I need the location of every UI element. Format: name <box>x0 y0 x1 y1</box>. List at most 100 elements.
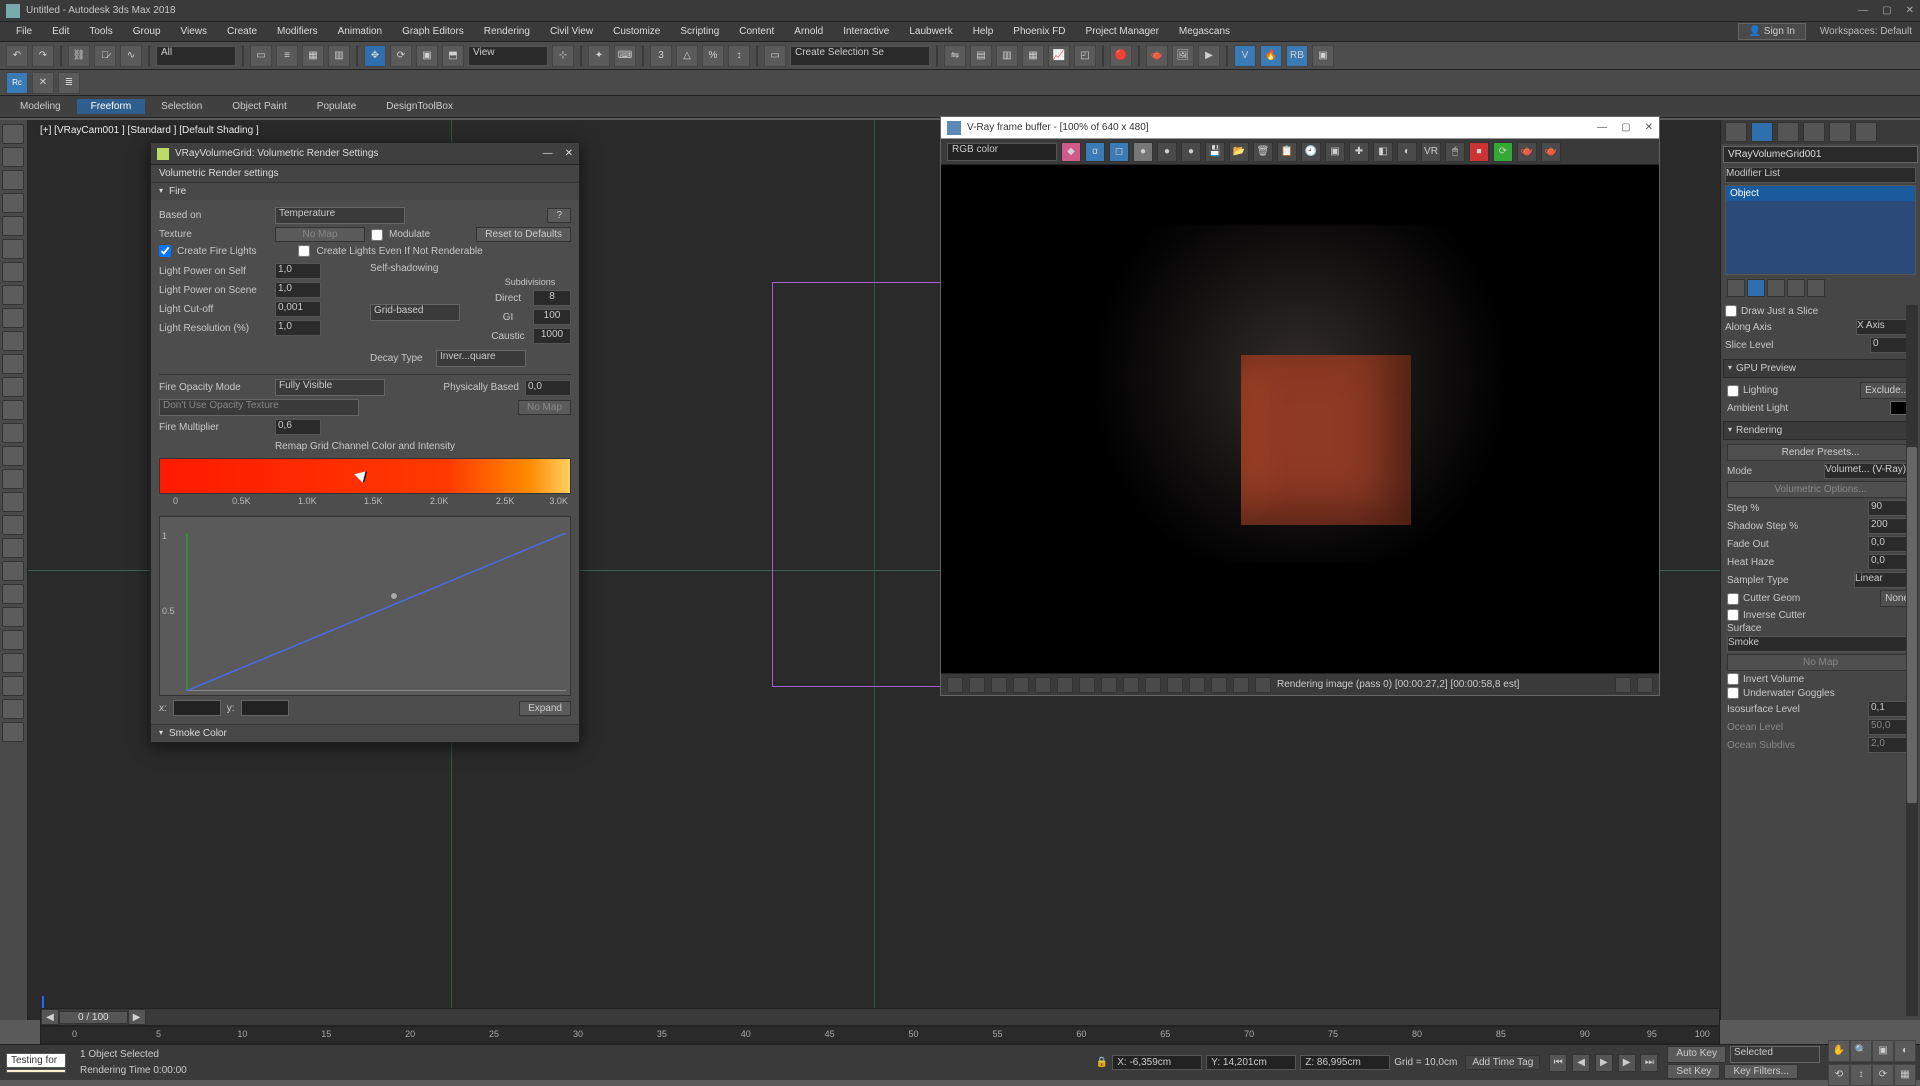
tab-create-icon[interactable] <box>1725 122 1747 142</box>
vfb-render-view[interactable] <box>941 165 1659 673</box>
direct-spinner[interactable]: 8 <box>533 290 571 306</box>
modulate-checkbox[interactable] <box>371 229 383 241</box>
vfb-sb-3[interactable] <box>991 677 1007 693</box>
vfb-sb-end1[interactable] <box>1615 677 1631 693</box>
volumetric-options-button[interactable]: Volumetric Options... <box>1727 481 1914 498</box>
lb-icon-25[interactable] <box>2 676 24 696</box>
setkey-button[interactable]: Set Key <box>1667 1064 1720 1079</box>
tab-motion-icon[interactable] <box>1803 122 1825 142</box>
config-mod-icon[interactable] <box>1807 279 1825 297</box>
roll-icon[interactable]: ⟳ <box>1872 1064 1894 1086</box>
vfb-sb-9[interactable] <box>1123 677 1139 693</box>
select-and-place-button[interactable]: ⬒ <box>442 45 464 67</box>
lb-icon-18[interactable] <box>2 515 24 535</box>
keyboard-shortcut-button[interactable]: ⌨ <box>614 45 636 67</box>
maximize-icon[interactable]: ▢ <box>1882 5 1891 16</box>
select-by-name-button[interactable]: ≡ <box>276 45 298 67</box>
frame-indicator[interactable]: 0 / 100 <box>59 1011 128 1024</box>
lb-icon-11[interactable] <box>2 354 24 374</box>
vfb-vr-icon[interactable]: VR <box>1421 142 1441 162</box>
show-end-result-icon[interactable] <box>1747 279 1765 297</box>
minimize-icon[interactable]: — <box>1858 5 1868 16</box>
lb-icon-2[interactable] <box>2 147 24 167</box>
draw-slice-checkbox[interactable] <box>1725 305 1737 317</box>
light-power-scene-spinner[interactable]: 1,0 <box>275 282 321 298</box>
surface-nomap-button[interactable]: No Map <box>1727 654 1914 671</box>
vfb-render2-icon[interactable]: 🫖 <box>1541 142 1561 162</box>
vfb-stop-icon[interactable]: ⏹ <box>1469 142 1489 162</box>
tab-modify-icon[interactable] <box>1751 122 1773 142</box>
vfb-cc-icon[interactable]: ◧ <box>1373 142 1393 162</box>
vfb-sb-7[interactable] <box>1079 677 1095 693</box>
ribbon-tab-freeform[interactable]: Freeform <box>77 99 146 114</box>
vfb-sb-6[interactable] <box>1057 677 1073 693</box>
mode-dropdown[interactable]: Volumet... (V-Ray) <box>1824 463 1914 479</box>
fire-multiplier-spinner[interactable]: 0,6 <box>275 419 321 435</box>
coord-z[interactable]: Z: 86,995cm <box>1300 1055 1390 1070</box>
select-and-scale-button[interactable]: ▣ <box>416 45 438 67</box>
menu-projectmanager[interactable]: Project Manager <box>1078 24 1167 39</box>
maxscript-listener[interactable]: Testing for <box>6 1053 66 1068</box>
prev-frame-icon[interactable]: ◀ <box>1572 1054 1590 1072</box>
rc-button[interactable]: Rc <box>6 72 28 94</box>
caustic-spinner[interactable]: 1000 <box>533 328 571 344</box>
key-mode-dropdown[interactable]: Selected <box>1730 1046 1820 1063</box>
goto-end-icon[interactable]: ⏭ <box>1640 1054 1658 1072</box>
menu-customize[interactable]: Customize <box>605 24 668 39</box>
vfb-save-icon[interactable]: 💾 <box>1205 142 1225 162</box>
lighting-checkbox[interactable] <box>1727 385 1739 397</box>
max-toggle-icon[interactable]: ▦ <box>1894 1064 1916 1086</box>
workspaces-label[interactable]: Workspaces: Default <box>1820 26 1912 37</box>
undo-button[interactable]: ↶ <box>6 45 28 67</box>
cutter-geom-checkbox[interactable] <box>1727 593 1739 605</box>
gi-spinner[interactable]: 100 <box>533 309 571 325</box>
vfb-maximize-icon[interactable]: ▢ <box>1621 122 1630 133</box>
menu-content[interactable]: Content <box>731 24 782 39</box>
key-filters-button[interactable]: Key Filters... <box>1724 1064 1798 1079</box>
vfb-minimize-icon[interactable]: — <box>1597 122 1607 133</box>
render-setup-button[interactable]: 🫖 <box>1146 45 1168 67</box>
vfb-sb-14[interactable] <box>1233 677 1249 693</box>
tool-x-button[interactable]: ✕ <box>32 72 54 94</box>
sampler-type-dropdown[interactable]: Linear <box>1854 572 1914 588</box>
menu-megascans[interactable]: Megascans <box>1171 24 1238 39</box>
reference-coord-dropdown[interactable]: View <box>468 46 548 66</box>
menu-create[interactable]: Create <box>219 24 265 39</box>
fire-section-header[interactable]: Fire <box>151 183 579 200</box>
vfb-region-icon[interactable]: ▣ <box>1325 142 1345 162</box>
dolly-icon[interactable]: ↕ <box>1850 1064 1872 1086</box>
lb-icon-24[interactable] <box>2 653 24 673</box>
underwater-goggles-checkbox[interactable] <box>1727 687 1739 699</box>
vfb-rgb-icon[interactable]: ◆ <box>1061 142 1081 162</box>
menu-scripting[interactable]: Scripting <box>672 24 727 39</box>
ribbon-tab-populate[interactable]: Populate <box>303 99 370 114</box>
make-unique-icon[interactable] <box>1767 279 1785 297</box>
menu-help[interactable]: Help <box>965 24 1002 39</box>
schematic-view-button[interactable]: ◰ <box>1074 45 1096 67</box>
reset-to-defaults-button[interactable]: Reset to Defaults <box>476 227 571 242</box>
unlink-button[interactable]: ⛓̷ <box>94 45 116 67</box>
color-gradient-bar[interactable] <box>159 458 571 494</box>
tool-list-button[interactable]: ≣ <box>58 72 80 94</box>
vfb-sb-2[interactable] <box>969 677 985 693</box>
close-icon[interactable]: ✕ <box>1906 5 1914 16</box>
edit-named-sel-button[interactable]: ▭ <box>764 45 786 67</box>
x-field[interactable] <box>173 700 221 716</box>
vfb-sb-8[interactable] <box>1101 677 1117 693</box>
menu-animation[interactable]: Animation <box>330 24 390 39</box>
vfb-mono-icon[interactable]: ◻ <box>1109 142 1129 162</box>
vfb-sb-13[interactable] <box>1211 677 1227 693</box>
vfb-copy-icon[interactable]: 📋 <box>1277 142 1297 162</box>
vfb-sb-12[interactable] <box>1189 677 1205 693</box>
decay-type-dropdown[interactable]: Inver...quare <box>436 350 526 367</box>
volumetric-render-settings-dialog[interactable]: VRayVolumeGrid: Volumetric Render Settin… <box>150 142 580 743</box>
menu-interactive[interactable]: Interactive <box>835 24 897 39</box>
percent-snap-button[interactable]: % <box>702 45 724 67</box>
vfb-mouse-icon[interactable]: 🖱 <box>1445 142 1465 162</box>
physically-based-spinner[interactable]: 0,0 <box>525 380 571 396</box>
orbit-icon[interactable]: ⟲ <box>1828 1064 1850 1086</box>
bind-spacewarp-button[interactable]: ∿ <box>120 45 142 67</box>
fire-opacity-mode-dropdown[interactable]: Fully Visible <box>275 379 385 396</box>
smoke-color-section-header[interactable]: Smoke Color <box>151 724 579 742</box>
align-button[interactable]: ▤ <box>970 45 992 67</box>
